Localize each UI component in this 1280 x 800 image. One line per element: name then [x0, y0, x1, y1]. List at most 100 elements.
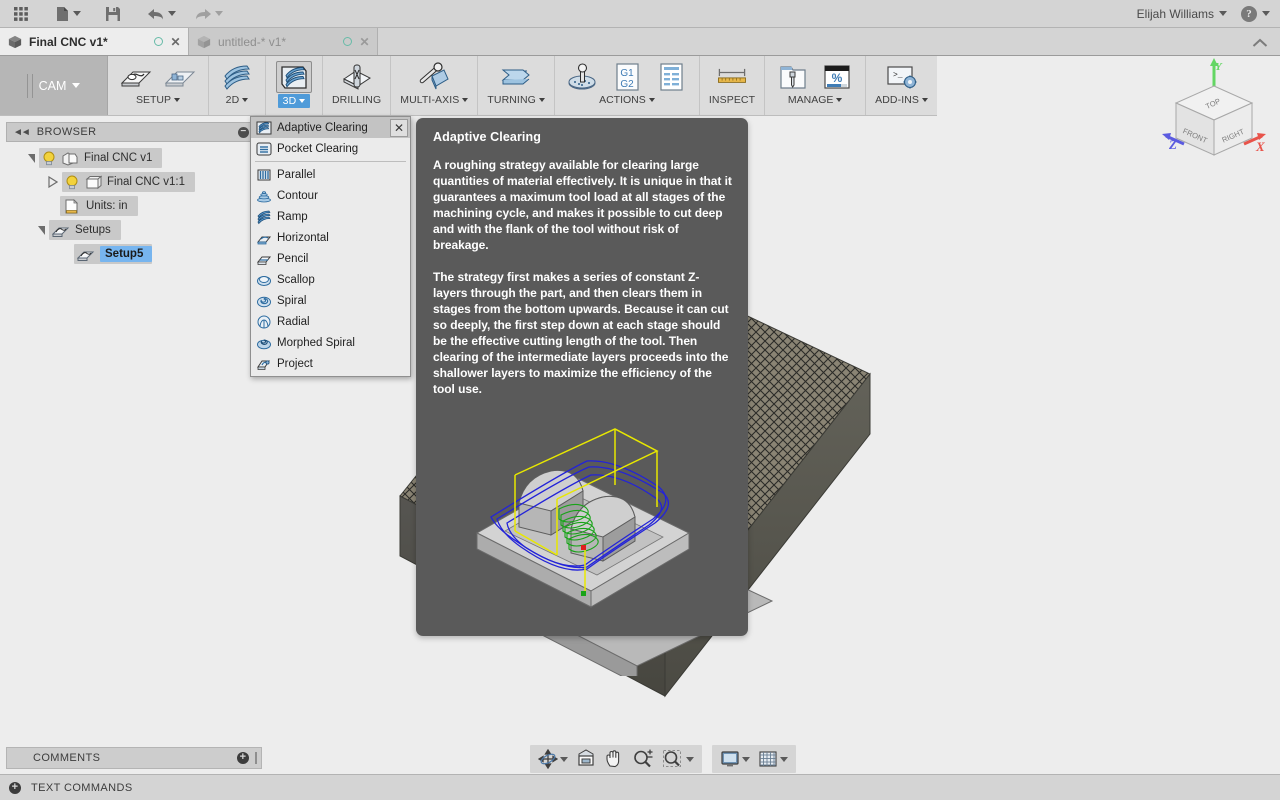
- pan-button[interactable]: [601, 747, 627, 771]
- user-account-menu[interactable]: Elijah Williams: [1137, 7, 1227, 21]
- tree-row-final-cnc-v1[interactable]: Final CNC v1: [6, 146, 256, 170]
- chevron-down-icon: [215, 11, 223, 16]
- turning-button[interactable]: TURNING: [484, 60, 548, 106]
- chevron-down-icon: [173, 98, 180, 102]
- ribbon-group-drilling: DRILLING: [323, 56, 392, 115]
- help-menu[interactable]: ?: [1241, 5, 1270, 22]
- scripts-addins-button[interactable]: >_ ADD-INS: [872, 60, 931, 106]
- ribbon-group-label-turning[interactable]: TURNING: [487, 94, 545, 106]
- document-tab-1[interactable]: untitled-* v1* ✕: [189, 28, 378, 55]
- redo-button[interactable]: [189, 1, 228, 27]
- ribbon-group-label-setup[interactable]: SETUP: [136, 94, 180, 106]
- view-cube[interactable]: Y Z X TOP FRONT RIGHT: [1152, 56, 1272, 166]
- grid-snaps-button[interactable]: [755, 747, 791, 771]
- visibility-bulb-icon[interactable]: [42, 151, 56, 166]
- tree-row-units[interactable]: Units: in: [6, 194, 256, 218]
- sync-circle-icon[interactable]: [154, 37, 163, 46]
- setup-sheet-button[interactable]: [158, 60, 202, 93]
- tree-row-final-cnc-v1-1[interactable]: Final CNC v1:1: [6, 170, 256, 194]
- ribbon-group-label-manage[interactable]: MANAGE: [788, 94, 843, 106]
- text-commands-label: TEXT COMMANDS: [31, 781, 133, 794]
- menu-item-project[interactable]: Project: [251, 353, 410, 374]
- monitor-icon: [721, 751, 739, 767]
- ribbon-group-label-multi-axis[interactable]: MULTI-AXIS: [400, 94, 469, 106]
- tree-row-setup5[interactable]: Setup5: [6, 242, 256, 266]
- parallel-icon: [257, 169, 271, 180]
- menu-item-parallel[interactable]: Parallel: [251, 164, 410, 185]
- expander-closed-icon[interactable]: [48, 176, 58, 188]
- app-grid-button[interactable]: [6, 1, 36, 27]
- menu-item-spiral[interactable]: Spiral: [251, 290, 410, 311]
- comments-panel-header[interactable]: COMMENTS +: [6, 747, 262, 769]
- workspace-label: CAM: [38, 78, 67, 93]
- ribbon-group-label-actions[interactable]: ACTIONS: [599, 94, 655, 106]
- save-icon: [106, 6, 120, 21]
- save-button[interactable]: [98, 1, 128, 27]
- new-document-button[interactable]: [50, 1, 86, 27]
- setup-sheet-button-actions[interactable]: [649, 60, 693, 93]
- orbit-button[interactable]: [535, 747, 571, 771]
- tooltip-paragraph-1: A roughing strategy available for cleari…: [433, 158, 732, 253]
- menu-item-ramp[interactable]: Ramp: [251, 206, 410, 227]
- navigation-bar: [530, 745, 796, 773]
- nav-group-display: [712, 745, 796, 773]
- zoom-button[interactable]: [629, 747, 657, 771]
- body-cube-icon: [85, 174, 102, 189]
- ribbon-toolbar: CAM SETUP 2D 3D DRILLING MULTI-AXIS TURN…: [0, 56, 937, 116]
- chevron-down-icon: [462, 98, 469, 102]
- ribbon-group-label-2d[interactable]: 2D: [226, 94, 249, 106]
- undo-button[interactable]: [142, 1, 181, 27]
- tree-row-setups[interactable]: Setups: [6, 218, 256, 242]
- ribbon-group-2d: 2D: [209, 56, 266, 115]
- menu-item-pocket-clearing[interactable]: Pocket Clearing: [251, 138, 410, 159]
- simulate-button[interactable]: [561, 60, 605, 93]
- expander-open-icon[interactable]: [38, 225, 45, 235]
- chevron-down-icon: [1219, 11, 1227, 16]
- close-x-icon[interactable]: ✕: [390, 118, 408, 137]
- menu-item-radial[interactable]: Radial: [251, 311, 410, 332]
- setup-new-button[interactable]: [114, 60, 158, 93]
- close-x-icon[interactable]: ✕: [359, 35, 370, 49]
- menu-item-horizontal[interactable]: Horizontal: [251, 227, 410, 248]
- machining-time-button[interactable]: %: [815, 60, 859, 93]
- plus-circle-icon[interactable]: +: [237, 752, 249, 764]
- tool-library-button[interactable]: [771, 60, 815, 93]
- document-cube-icon: [197, 35, 211, 48]
- browser-panel-header[interactable]: ◄◄ BROWSER −: [6, 122, 256, 142]
- menu-item-label: Ramp: [277, 210, 308, 223]
- multi-axis-button[interactable]: MULTI-AXIS: [397, 60, 471, 106]
- collapse-toolbar-button[interactable]: [1252, 35, 1280, 55]
- toolpath-3d-button[interactable]: 3D: [272, 60, 316, 108]
- plus-circle-icon[interactable]: +: [9, 781, 21, 794]
- document-tab-0[interactable]: Final CNC v1* ✕: [0, 28, 189, 55]
- workspace-switcher[interactable]: CAM: [0, 56, 108, 115]
- radial-icon: [257, 315, 271, 328]
- chevron-down-icon: [780, 756, 788, 762]
- help-question-icon: ?: [1241, 5, 1257, 22]
- resize-grip-icon[interactable]: [255, 752, 257, 764]
- double-chevron-left-icon[interactable]: ◄◄: [13, 127, 31, 138]
- sync-circle-icon[interactable]: [343, 37, 352, 46]
- ribbon-group-label-3d[interactable]: 3D: [277, 94, 311, 108]
- chevron-down-icon: [648, 98, 655, 102]
- menu-item-adaptive-clearing[interactable]: Adaptive Clearing ✕: [251, 117, 410, 138]
- close-x-icon[interactable]: ✕: [170, 35, 181, 49]
- cube-faces[interactable]: TOP FRONT RIGHT: [1174, 85, 1254, 156]
- ribbon-group-label-add-ins[interactable]: ADD-INS: [875, 94, 928, 106]
- post-process-button[interactable]: G1 G2: [605, 60, 649, 93]
- multi-axis-icon: [416, 61, 452, 93]
- drag-grip-icon: [26, 73, 33, 98]
- toolpath-2d-button[interactable]: 2D: [215, 60, 259, 106]
- menu-item-scallop[interactable]: Scallop: [251, 269, 410, 290]
- zoom-window-button[interactable]: [659, 747, 697, 771]
- drilling-button[interactable]: DRILLING: [329, 60, 384, 106]
- menu-item-morphed-spiral[interactable]: Morphed Spiral: [251, 332, 410, 353]
- look-at-button[interactable]: [573, 747, 599, 771]
- menu-item-contour[interactable]: Contour: [251, 185, 410, 206]
- minus-circle-icon[interactable]: −: [238, 126, 249, 138]
- display-settings-button[interactable]: [717, 747, 753, 771]
- measure-button[interactable]: INSPECT: [706, 60, 758, 106]
- expander-open-icon[interactable]: [28, 153, 35, 163]
- visibility-bulb-icon[interactable]: [65, 175, 79, 190]
- menu-item-pencil[interactable]: Pencil: [251, 248, 410, 269]
